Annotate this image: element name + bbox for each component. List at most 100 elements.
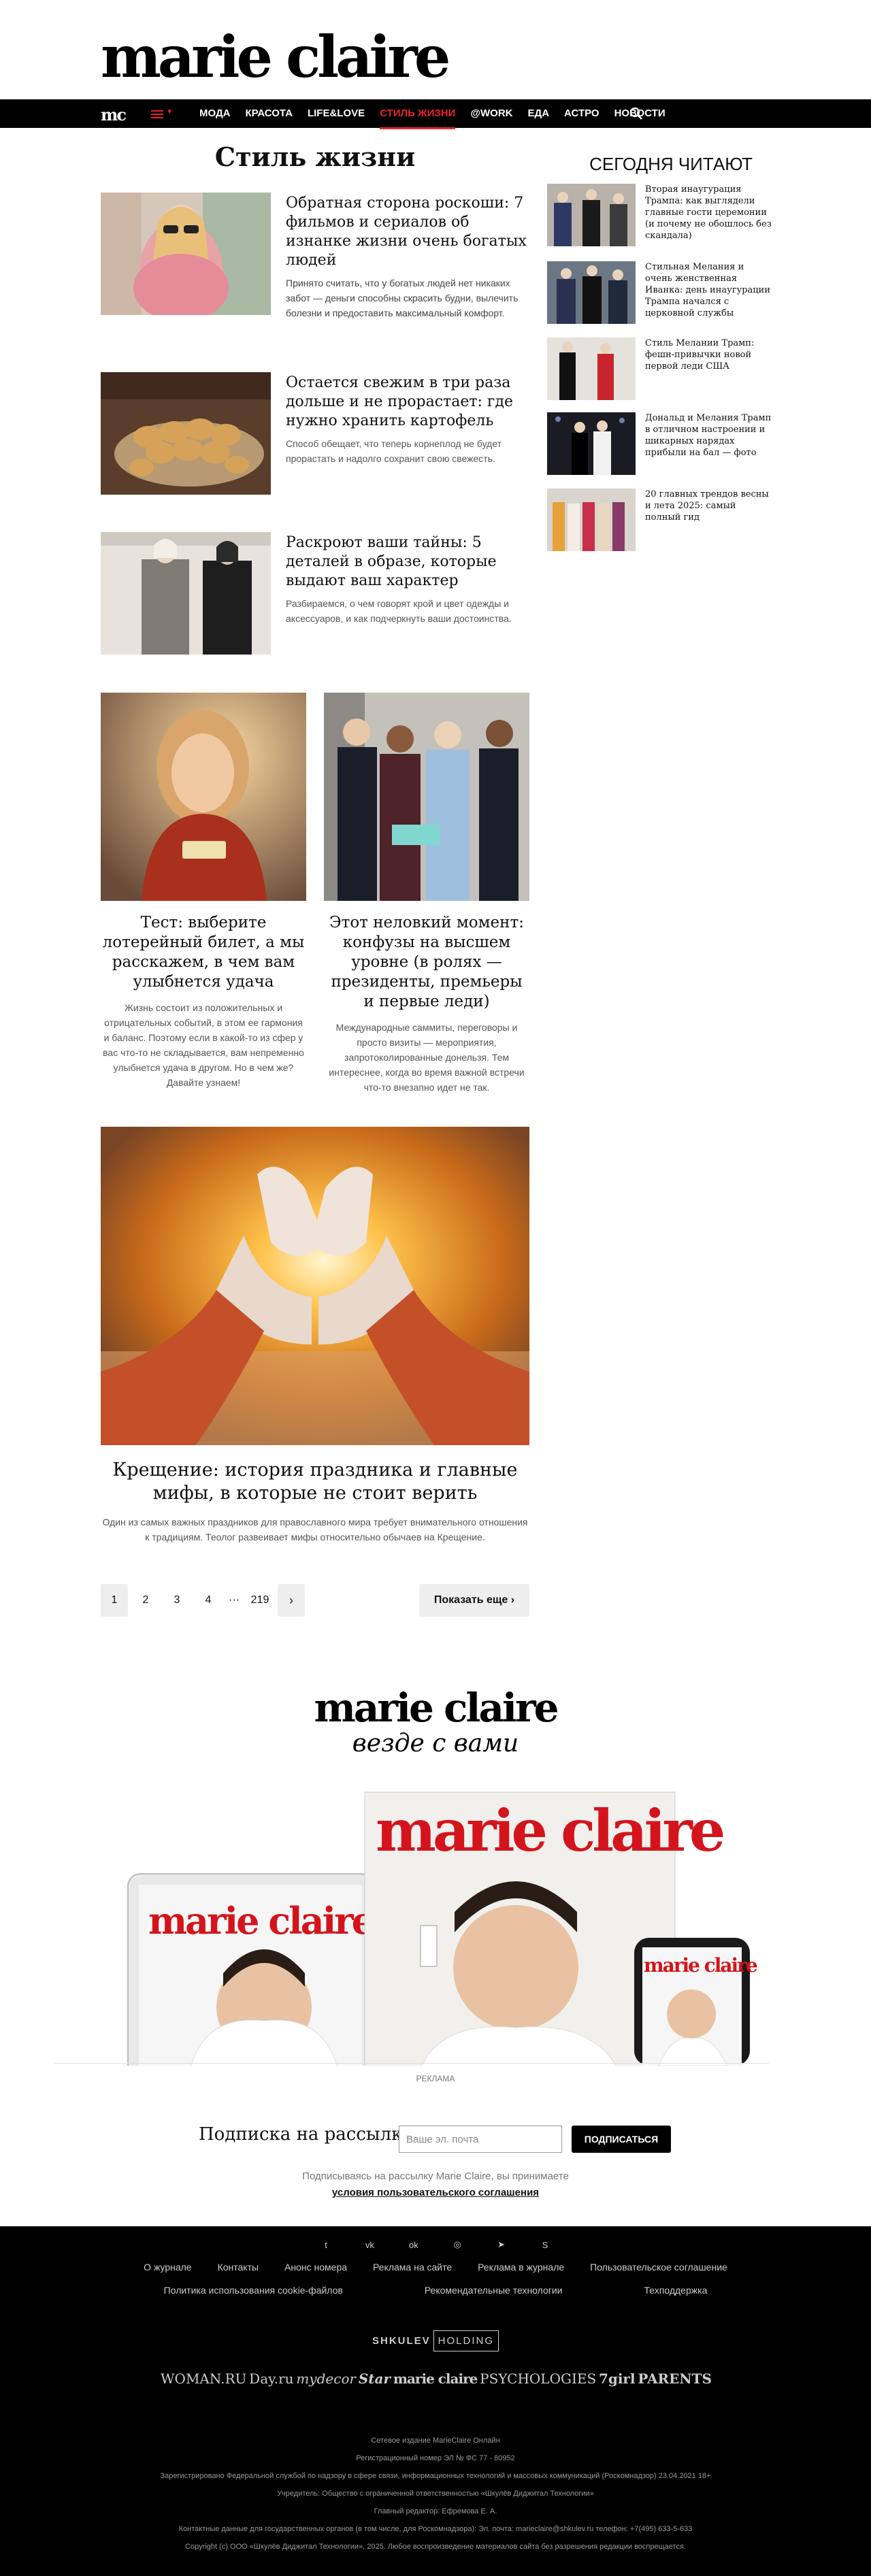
article-card[interactable]: Этот неловкий момент: конфузы на высшем … [324, 693, 529, 1095]
feature-image[interactable] [101, 1127, 529, 1445]
page-title: Стиль жизни [214, 142, 416, 172]
page-2[interactable]: 2 [132, 1584, 159, 1617]
nav-items: МОДА КРАСОТА LIFE&LOVE СТИЛЬ ЖИЗНИ @WORK… [192, 99, 673, 129]
article-title[interactable]: Этот неловкий момент: конфузы на высшем … [324, 913, 529, 1012]
article-row[interactable]: Раскроют ваши тайны: 5 деталей в образе,… [101, 532, 529, 655]
ad-label: РЕКЛАМА [416, 2074, 455, 2083]
sidebar-item-image[interactable] [547, 412, 636, 475]
article-image[interactable] [324, 693, 529, 901]
footer-link-cookies[interactable]: Политика использования cookie-файлов [164, 2285, 343, 2296]
nav-item-work[interactable]: @WORK [463, 99, 520, 128]
menu-icon[interactable] [151, 110, 163, 118]
brand-7girl[interactable]: 7girl [599, 2371, 636, 2387]
promo-magazines[interactable]: marie claire marie claire marie claire [101, 1789, 770, 2066]
nav-item-lifestyle[interactable]: СТИЛЬ ЖИЗНИ [372, 99, 463, 129]
brand-woman[interactable]: WOMAN.RU [161, 2371, 246, 2387]
page-ellipsis: ··· [229, 1594, 240, 1606]
brand-day[interactable]: Day.ru [249, 2371, 293, 2387]
footer-link-about[interactable]: О журнале [144, 2262, 191, 2273]
search-icon[interactable] [629, 106, 644, 121]
viber-icon[interactable]: ◎ [451, 2239, 463, 2251]
divider [54, 2063, 769, 2064]
sidebar-item-title[interactable]: Вторая инаугурация Трампа: как выглядели… [645, 184, 772, 242]
brand-marie-claire[interactable]: marie claire [393, 2371, 478, 2387]
brand-star[interactable]: Star [359, 2371, 391, 2387]
article-title[interactable]: Остается свежим в три раза дольше и не п… [286, 374, 529, 431]
nav-item-beauty[interactable]: КРАСОТА [237, 99, 299, 128]
footer-link-recommendations[interactable]: Рекомендательные технологии [425, 2285, 563, 2296]
article-image[interactable] [101, 693, 306, 901]
promo-tagline: везде с вами [352, 1730, 519, 1757]
promo-logo: marie claire [314, 1685, 559, 1731]
sidebar-item-image[interactable] [547, 489, 636, 551]
footer-link-contacts[interactable]: Контакты [218, 2262, 259, 2273]
article-row[interactable]: Обратная сторона роскоши: 7 фильмов и се… [101, 193, 529, 318]
sidebar-item-title[interactable]: Стиль Мелании Трамп: фешн-привычки новой… [645, 337, 772, 372]
chevron-down-icon[interactable]: ▼ [166, 108, 173, 116]
nav-mc-logo[interactable]: mc [101, 105, 127, 125]
brand-psychologies[interactable]: PSYCHOLOGIES [480, 2371, 596, 2387]
nav-item-astro[interactable]: АСТРО [557, 99, 607, 128]
sidebar-item[interactable]: Дональд и Мелания Трамп в отличном настр… [547, 412, 772, 475]
article-card[interactable]: Тест: выберите лотерейный билет, а мы ра… [101, 693, 306, 1090]
telegram-icon[interactable]: ➤ [495, 2239, 508, 2251]
sidebar-item[interactable]: Стильная Мелания и очень женственная Ива… [547, 261, 772, 324]
footer-link-terms[interactable]: Пользовательское соглашение [590, 2262, 727, 2273]
cover-logo: marie claire [376, 1797, 723, 1864]
page-1[interactable]: 1 [101, 1584, 128, 1617]
feature-title[interactable]: Крещение: история праздника и главные ми… [101, 1459, 529, 1505]
legal-info: Сетевое издание MarieClaire Онлайн Регис… [0, 2432, 871, 2556]
subscribe-button[interactable]: ПОДПИСАТЬСЯ [572, 2126, 671, 2153]
page-3[interactable]: 3 [163, 1584, 191, 1617]
sidebar-item[interactable]: Вторая инаугурация Трампа: как выглядели… [547, 184, 772, 246]
footer-link-support[interactable]: Техподдержка [644, 2285, 708, 2296]
article-title[interactable]: Раскроют ваши тайны: 5 деталей в образе,… [286, 533, 529, 591]
show-more-label: Показать еще [433, 1594, 508, 1606]
brand-parents[interactable]: PARENTS [638, 2371, 712, 2387]
article-row[interactable]: Остается свежим в три раза дольше и не п… [101, 372, 529, 495]
article-image[interactable] [101, 532, 271, 655]
legal-line: Сетевое издание MarieClaire Онлайн [371, 2437, 500, 2445]
sidebar-item[interactable]: Стиль Мелании Трамп: фешн-привычки новой… [547, 337, 772, 400]
sidebar-item-title[interactable]: Дональд и Мелания Трамп в отличном настр… [645, 412, 772, 459]
article-image[interactable] [101, 372, 271, 495]
page-4[interactable]: 4 [195, 1584, 222, 1617]
sidebar-item[interactable]: 20 главных трендов весны и лета 2025: са… [547, 489, 772, 551]
holding-logo[interactable]: SHKULEV HOLDING [369, 2319, 502, 2362]
footer-link-issue[interactable]: Анонс номера [284, 2262, 347, 2273]
article-excerpt: Жизнь состоит из положительных и отрицат… [103, 1002, 304, 1088]
sidebar-item-image[interactable] [547, 184, 636, 246]
nav-item-food[interactable]: ЕДА [521, 99, 557, 128]
skype-icon[interactable]: S [539, 2239, 551, 2251]
ok-icon[interactable]: ok [408, 2239, 420, 2251]
site-logo[interactable]: marie claire [101, 23, 450, 91]
article-excerpt: Разбираемся, о чем говорят крой и цвет о… [286, 598, 512, 624]
article-title[interactable]: Тест: выберите лотерейный билет, а мы ра… [101, 913, 306, 992]
twitter-icon[interactable]: t [320, 2239, 332, 2251]
footer-link-mag-ads[interactable]: Реклама в журнале [478, 2262, 564, 2273]
sidebar-item-image[interactable] [547, 261, 636, 324]
sidebar-title: СЕГОДНЯ ЧИТАЮТ [589, 154, 753, 174]
sidebar-item-image[interactable] [547, 337, 636, 400]
email-field[interactable] [399, 2126, 562, 2153]
page: marie claire mc ▼ МОДА КРАСОТА LIFE&LOVE… [0, 0, 871, 2576]
nav-item-fashion[interactable]: МОДА [192, 99, 237, 128]
article-title[interactable]: Обратная сторона роскоши: 7 фильмов и се… [286, 194, 529, 270]
page-last[interactable]: 219 [246, 1584, 274, 1617]
show-more-button[interactable]: Показать еще › [419, 1584, 529, 1617]
terms-link[interactable]: условия пользовательского соглашения [0, 2187, 871, 2198]
svg-text:marie claire: marie claire [644, 1954, 757, 1977]
article-image[interactable] [101, 193, 271, 315]
newsletter-label: Подписка на рассылку [199, 2124, 413, 2145]
article-excerpt: Принято считать, что у богатых людей нет… [286, 276, 529, 320]
brand-mydecor[interactable]: mydecor [296, 2371, 356, 2387]
brand-logos: WOMAN.RU Day.ru mydecor Star marie clair… [161, 2371, 712, 2387]
footer-link-site-ads[interactable]: Реклама на сайте [373, 2262, 452, 2273]
footer-links-secondary: Политика использования cookie-файлов Рек… [0, 2285, 871, 2296]
sidebar-item-title[interactable]: 20 главных трендов весны и лета 2025: са… [645, 489, 772, 523]
footer: t vk ok ◎ ➤ S О журнале Контакты Анонс н… [0, 2226, 871, 2576]
nav-item-lifelove[interactable]: LIFE&LOVE [300, 99, 372, 128]
sidebar-item-title[interactable]: Стильная Мелания и очень женственная Ива… [645, 261, 772, 319]
next-page-button[interactable]: › [278, 1584, 305, 1617]
vk-icon[interactable]: vk [363, 2239, 376, 2251]
